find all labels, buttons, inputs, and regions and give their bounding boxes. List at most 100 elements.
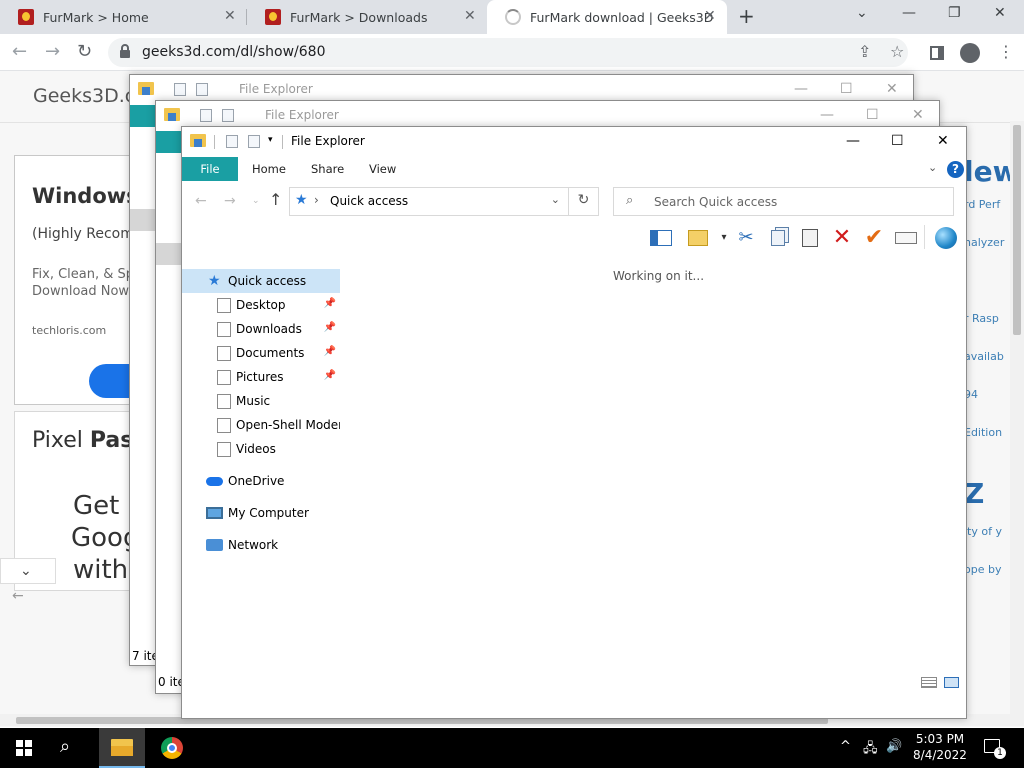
recent-locations-chevron-icon[interactable]: ⌄ [252, 196, 260, 206]
ribbon-tab-view[interactable]: View [369, 157, 396, 181]
side-panel-icon[interactable] [930, 46, 944, 60]
selected-nav-item[interactable] [156, 243, 184, 265]
nav-item-my-computer[interactable]: My Computer [182, 501, 340, 525]
file-explorer-window[interactable]: ▾ File Explorer — ☐ ✕ File Home Share Vi… [181, 126, 967, 719]
nav-item-downloads[interactable]: Downloads 📌 [182, 317, 340, 341]
tab-close-icon[interactable]: ✕ [464, 8, 476, 24]
qat-dropdown-icon[interactable]: ▾ [268, 135, 273, 145]
article-text-fragment[interactable]: Edition [964, 426, 1002, 439]
maximize-button[interactable]: ☐ [866, 107, 879, 123]
page-back-arrow-icon[interactable]: ← [12, 588, 24, 604]
browser-tab-furmark-downloads[interactable]: FurMark > Downloads ✕ [247, 0, 487, 34]
reload-button[interactable]: ↻ [77, 41, 92, 62]
tray-volume-icon[interactable]: 🔊 [886, 739, 902, 754]
new-folder-icon[interactable] [248, 135, 260, 148]
nav-item-pictures[interactable]: Pictures 📌 [182, 365, 340, 389]
tray-network-icon[interactable]: 🖧 [863, 739, 878, 761]
taskbar-file-explorer-button[interactable] [99, 728, 145, 768]
search-box[interactable]: ⌕ Search Quick access [613, 187, 954, 216]
minimize-button[interactable]: — [794, 81, 808, 97]
address-text[interactable]: Quick access [330, 194, 408, 208]
collapse-chevron-icon[interactable]: ⌄ [0, 558, 56, 584]
properties-toolbar-icon[interactable] [894, 227, 918, 249]
cut-scissors-icon[interactable]: ✂ [734, 227, 758, 249]
restore-button[interactable]: ❐ [948, 5, 961, 21]
window-titlebar[interactable]: ▾ File Explorer — ☐ ✕ [182, 127, 966, 157]
nav-item-onedrive[interactable]: OneDrive [182, 469, 340, 493]
article-text-fragment[interactable]: r Rasp [964, 312, 999, 325]
close-window-button[interactable]: ✕ [994, 5, 1006, 21]
address-dropdown-icon[interactable]: ⌄ [551, 193, 560, 206]
maximize-button[interactable]: ☐ [840, 81, 853, 97]
breadcrumb-chevron-icon[interactable]: › [314, 193, 319, 207]
ribbon-tab-file[interactable]: File [182, 157, 238, 181]
network-globe-icon[interactable] [934, 227, 958, 249]
nav-item-documents[interactable]: Documents 📌 [182, 341, 340, 365]
up-arrow-icon[interactable]: ↑ [269, 190, 282, 209]
ribbon-tab-share[interactable]: Share [311, 157, 344, 181]
bookmark-star-icon[interactable]: ☆ [890, 42, 904, 61]
minimize-button[interactable]: — [846, 133, 860, 149]
new-folder-dropdown-icon[interactable]: ▾ [712, 227, 736, 249]
copy-icon[interactable] [766, 227, 790, 249]
details-view-icon[interactable] [921, 677, 937, 688]
url-text[interactable]: geeks3d.com/dl/show/680 [142, 44, 326, 60]
delete-x-icon[interactable]: ✕ [830, 227, 854, 249]
taskbar-chrome-icon[interactable] [161, 737, 183, 759]
properties-icon[interactable] [226, 135, 238, 148]
address-bar[interactable]: ★ › Quick access ⌄ ↻ [289, 187, 599, 216]
article-text-fragment[interactable]: availab [964, 350, 1004, 363]
lock-icon[interactable] [120, 44, 130, 58]
pin-icon[interactable]: 📌 [324, 370, 336, 381]
close-button[interactable]: ✕ [912, 107, 924, 123]
minimize-button[interactable]: — [820, 107, 834, 123]
forward-arrow-icon[interactable]: → [224, 193, 236, 209]
ribbon-expand-chevron-icon[interactable]: ⌄ [928, 161, 937, 174]
rename-checkmark-icon[interactable]: ✔ [862, 227, 886, 249]
close-button[interactable]: ✕ [937, 133, 949, 149]
browser-tab-furmark-home[interactable]: FurMark > Home ✕ [0, 0, 246, 34]
pin-icon[interactable]: 📌 [324, 298, 336, 309]
profile-avatar-icon[interactable] [960, 43, 980, 63]
file-tab[interactable] [130, 105, 158, 127]
tray-overflow-chevron-icon[interactable]: ^ [840, 739, 851, 754]
new-folder-icon[interactable] [222, 109, 234, 122]
article-text-fragment[interactable]: rd Perf [964, 198, 1000, 211]
properties-icon[interactable] [200, 109, 212, 122]
nav-item-open-shell-modern[interactable]: Open-Shell Modern [182, 413, 340, 437]
nav-item-videos[interactable]: Videos [182, 437, 340, 461]
properties-icon[interactable] [174, 83, 186, 96]
maximize-button[interactable]: ☐ [891, 133, 904, 149]
scrollbar-thumb[interactable] [1013, 125, 1021, 335]
back-button[interactable]: ← [12, 41, 27, 62]
large-icons-view-icon[interactable] [944, 677, 959, 688]
ad-cta-button[interactable] [89, 364, 131, 398]
browser-tab-geeks3d[interactable]: FurMark download | Geeks3D ✕ [487, 0, 727, 34]
search-placeholder[interactable]: Search Quick access [654, 195, 777, 209]
new-folder-toolbar-icon[interactable] [686, 227, 710, 249]
tab-close-icon[interactable]: ✕ [704, 8, 716, 24]
nav-item-network[interactable]: Network [182, 533, 340, 557]
article-text-fragment[interactable]: ope by [964, 563, 1001, 576]
article-text-fragment[interactable]: halyzer [964, 236, 1004, 249]
start-button-windows-icon[interactable] [16, 740, 32, 756]
new-tab-button[interactable]: + [738, 4, 755, 28]
back-arrow-icon[interactable]: ← [195, 193, 207, 209]
article-title-fragment[interactable]: Z [964, 477, 984, 510]
new-folder-icon[interactable] [196, 83, 208, 96]
address-bar[interactable]: geeks3d.com/dl/show/680 [108, 38, 908, 67]
tab-close-icon[interactable]: ✕ [224, 8, 236, 24]
close-button[interactable]: ✕ [886, 81, 898, 97]
advertisement-windows[interactable]: Windows (Highly Recom Fix, Clean, & Sp D… [14, 155, 132, 405]
nav-item-desktop[interactable]: Desktop 📌 [182, 293, 340, 317]
tab-search-icon[interactable]: ⌄ [856, 5, 868, 21]
refresh-icon[interactable]: ↻ [568, 188, 598, 215]
paste-clipboard-icon[interactable] [798, 227, 822, 249]
vertical-scrollbar[interactable] [1010, 121, 1024, 714]
taskbar-search-icon[interactable]: ⌕ [60, 736, 70, 757]
forward-button[interactable]: → [45, 41, 60, 62]
help-icon[interactable]: ? [947, 161, 964, 178]
taskbar-clock[interactable]: 5:03 PM 8/4/2022 [904, 731, 976, 763]
preview-pane-icon[interactable] [649, 227, 673, 249]
share-icon[interactable]: ⇪ [858, 42, 871, 61]
